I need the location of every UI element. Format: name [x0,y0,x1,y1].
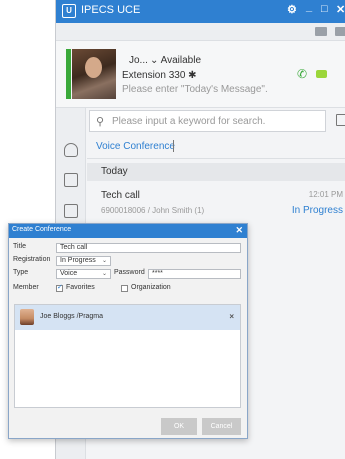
presence-status: Available [160,55,202,66]
member-label: Member [13,284,39,291]
close-button[interactable]: ✕ [336,3,345,16]
contacts-card-icon[interactable] [315,27,327,36]
cancel-button[interactable]: Cancel [202,418,241,435]
profile-panel: Jo... ⌄ Available Extension 330 ✱ Please… [56,41,345,108]
profile-name: Jo... [129,55,148,66]
conference-status: In Progress [291,205,343,216]
presence-indicator [66,49,71,99]
app-title: IPECS UCE [81,4,141,16]
password-input[interactable]: **** [148,269,241,279]
dialog-close-button[interactable]: ✕ [235,225,243,236]
search-input[interactable]: ⚲ Please input a keyword for search. [89,110,326,132]
avatar [20,309,34,325]
tab-separator [173,140,174,152]
search-placeholder: Please input a keyword for search. [112,116,266,127]
toolbar [56,23,345,41]
new-conference-icon[interactable] [336,114,345,126]
favorites-checkbox[interactable] [56,283,63,292]
member-name: Joe Bloggs /Pragma [40,313,104,320]
favorites-label: Favorites [66,284,95,291]
title-input[interactable]: Tech call [56,243,241,253]
chat-nav-icon[interactable] [64,173,78,187]
tab-divider [87,158,345,159]
conference-subtitle: 6900018006 / John Smith (1) [101,206,205,215]
extension-label: Extension 330 ✱ [122,70,197,81]
conference-time: 12:01 PM [308,190,343,199]
organization-checkbox[interactable] [121,285,128,292]
contacts-nav-icon[interactable] [64,143,78,157]
chevron-down-icon: ⌄ [101,258,107,264]
video-call-icon[interactable] [316,70,327,78]
type-select[interactable]: Voice ⌄ [56,269,111,279]
date-group-header: Today [87,163,345,181]
phone-icon[interactable]: ✆ [297,67,307,81]
list-item[interactable]: Joe Bloggs /Pragma × [15,305,240,330]
app-logo-icon: U [62,4,76,18]
avatar[interactable] [72,49,116,99]
type-value: Voice [60,270,78,277]
todays-message-input[interactable]: Please enter "Today's Message". [122,84,268,95]
registration-value: In Progress [60,257,96,264]
minimize-button[interactable]: _ [306,1,312,13]
password-label: Password [114,269,145,276]
type-label: Type [13,269,29,276]
organization-label: Organization [131,284,171,291]
conference-nav-icon[interactable] [64,204,78,218]
dialog-title-bar: Create Conference ✕ [9,224,247,238]
registration-select[interactable]: In Progress ⌄ [56,256,111,266]
ok-button[interactable]: OK [161,418,197,435]
tab-voice-conference[interactable]: Voice Conference [96,141,175,152]
title-bar: U IPECS UCE ⚙ _ □ ✕ [56,0,345,23]
registration-label: Registration [13,256,51,263]
search-icon: ⚲ [96,116,105,128]
bluetooth-icon: ✱ [188,70,197,81]
title-label: Title [13,243,26,250]
settings-icon[interactable]: ⚙ [287,3,297,16]
conference-title: Tech call [101,190,140,201]
presence-status-dropdown[interactable]: ⌄ Available [150,55,201,66]
maximize-button[interactable]: □ [321,3,328,15]
remove-member-icon[interactable]: × [229,312,234,321]
create-conference-dialog: Create Conference ✕ Title Tech call Regi… [8,223,248,439]
date-group-label: Today [101,166,128,177]
id-card-icon[interactable] [335,27,345,36]
member-list: Joe Bloggs /Pragma × [14,304,241,408]
chevron-down-icon: ⌄ [101,271,107,277]
dialog-title: Create Conference [12,226,72,233]
